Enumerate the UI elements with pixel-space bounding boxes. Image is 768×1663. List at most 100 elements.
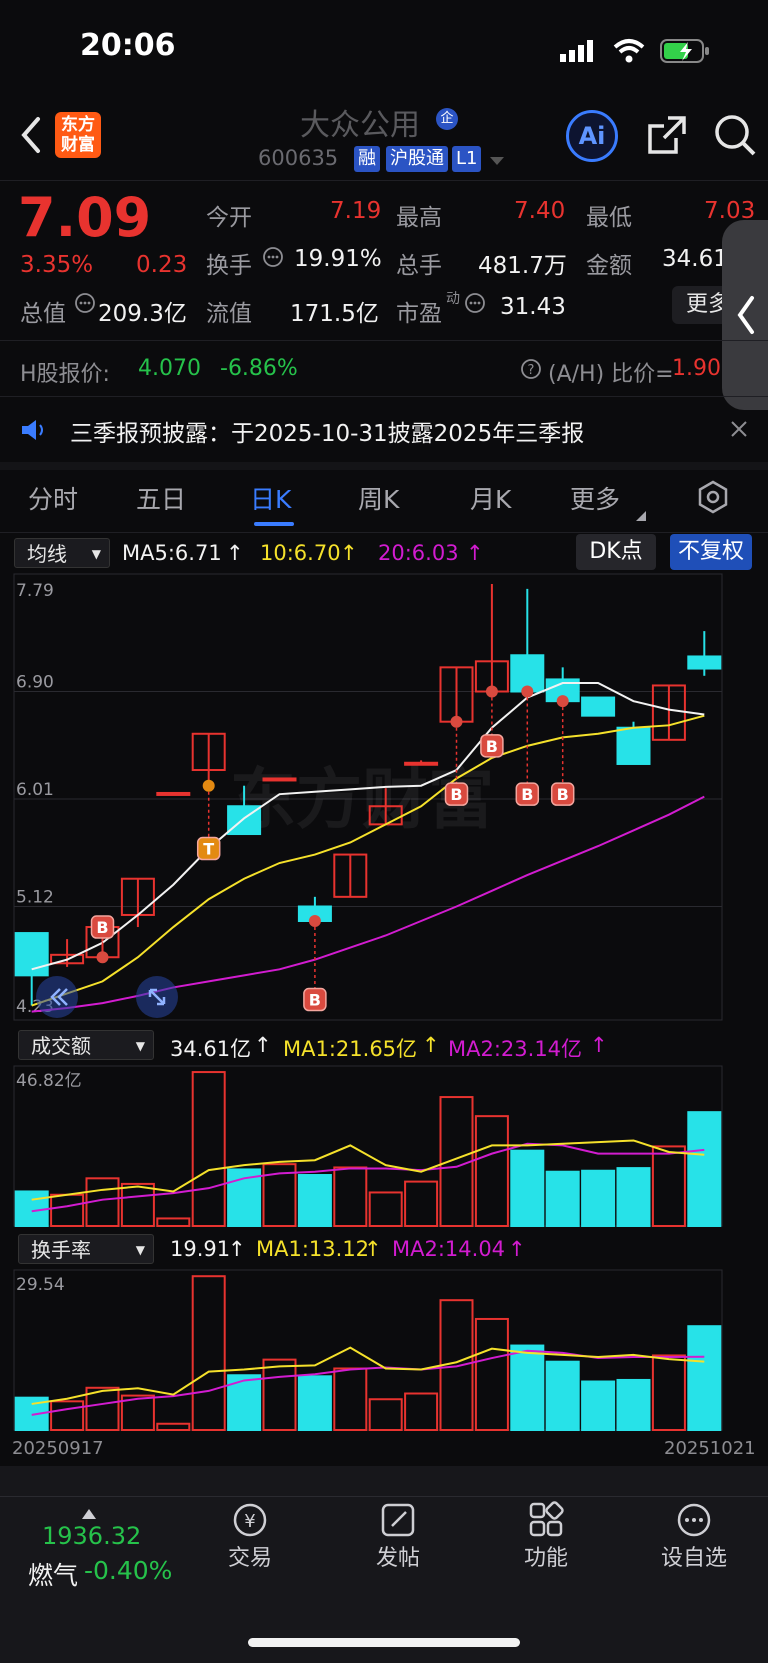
volume-ma1: MA1:21.65亿 — [283, 1037, 418, 1061]
nav-functions[interactable]: 功能 — [506, 1540, 586, 1572]
low-label: 最低 — [586, 205, 632, 231]
info-icon[interactable] — [262, 246, 284, 272]
settings-icon[interactable] — [696, 480, 730, 518]
turnover-selector[interactable]: 换手率 ▼ — [18, 1234, 154, 1264]
tag-margin: 融 — [354, 146, 380, 172]
wifi-icon — [612, 38, 646, 68]
candle-body — [404, 761, 439, 766]
volume-ma2: MA2:23.14亿 — [448, 1037, 583, 1061]
bar — [439, 1096, 474, 1228]
ma10-label: 10:6.70 — [260, 541, 341, 565]
signal-badge-label: B — [486, 737, 498, 756]
adjust-button[interactable]: 不复权 — [670, 534, 752, 570]
bar — [191, 1275, 226, 1432]
ticker-change[interactable]: -0.40% — [84, 1556, 172, 1585]
side-handle[interactable] — [722, 220, 768, 410]
candle-body — [156, 791, 191, 796]
ah-ratio-label: (A/H) 比价= — [548, 362, 674, 387]
ticker-name[interactable]: 燃气 — [28, 1556, 78, 1592]
speaker-icon — [20, 418, 48, 446]
adjust-label: 不复权 — [677, 539, 744, 564]
bar — [404, 1180, 439, 1228]
x-end-label: 20251021 — [664, 1438, 756, 1459]
turnover-y-label: 29.54 — [16, 1275, 65, 1295]
info-icon[interactable] — [464, 292, 486, 318]
help-icon[interactable]: ? — [520, 358, 542, 384]
fullscreen-icon[interactable] — [136, 976, 178, 1018]
ticker-value[interactable]: 1936.32 — [42, 1522, 141, 1550]
volume-label: 总手 — [396, 253, 442, 279]
turnover-selector-label: 换手率 — [31, 1238, 91, 1262]
float-cap-value: 171.5亿 — [290, 301, 379, 327]
dropdown-icon: ▼ — [91, 547, 101, 561]
bar — [368, 1398, 403, 1431]
tab-monthly-k[interactable]: 月K — [470, 480, 511, 516]
volume-selector[interactable]: 成交额 ▼ — [18, 1030, 154, 1060]
divider — [0, 532, 768, 533]
market-cap-value: 209.3亿 — [98, 301, 187, 327]
section-gap — [0, 462, 768, 470]
open-label: 今开 — [206, 205, 252, 231]
change-amount: 0.23 — [136, 252, 188, 278]
nav-trade[interactable]: 交易 — [210, 1540, 290, 1572]
search-icon[interactable] — [712, 112, 758, 162]
ma-selector-label: 均线 — [27, 542, 67, 566]
turnover-chart[interactable]: 29.54 — [0, 1268, 768, 1436]
ma-selector[interactable]: 均线 ▼ — [14, 538, 110, 568]
signal-badge-label: T — [203, 840, 214, 859]
battery-icon — [660, 38, 710, 68]
share-icon[interactable] — [646, 114, 688, 160]
bar — [651, 1145, 686, 1227]
caret-up-icon — [82, 1504, 96, 1523]
ai-button[interactable]: Ai — [566, 110, 618, 162]
tag-level: L1 — [452, 146, 482, 172]
chevron-down-icon[interactable] — [490, 152, 504, 171]
stock-title: 大众公用 — [300, 108, 420, 143]
volume-y-label: 46.82亿 — [16, 1071, 82, 1091]
divider — [0, 180, 768, 181]
candle-body — [581, 696, 616, 717]
bar — [368, 1191, 403, 1228]
turnover-ma1: MA1:13.12 — [256, 1237, 370, 1261]
bar — [262, 1358, 297, 1431]
ma20-arrow: ↑ — [466, 541, 484, 565]
float-cap-label: 流值 — [206, 301, 252, 327]
notice-text[interactable]: 三季报预披露：于2025-10-31披露2025年三季报 — [70, 414, 584, 448]
bar — [333, 1367, 368, 1431]
tab-intraday[interactable]: 分时 — [28, 480, 78, 516]
expand-left-icon[interactable] — [36, 976, 78, 1018]
volume-chart[interactable]: 46.82亿 — [0, 1064, 768, 1234]
tab-five-day[interactable]: 五日 — [136, 480, 186, 516]
bar — [191, 1071, 226, 1228]
tab-more[interactable]: 更多 — [570, 480, 620, 516]
bar — [333, 1166, 368, 1227]
bar — [297, 1375, 332, 1431]
bar — [581, 1169, 616, 1227]
market-cap-label: 总值 — [20, 301, 66, 327]
info-icon[interactable] — [74, 292, 96, 318]
hshare-price: 4.070 — [138, 356, 201, 381]
back-icon[interactable] — [18, 115, 42, 159]
close-icon[interactable] — [730, 420, 748, 442]
marker-dot — [308, 914, 321, 927]
bar — [120, 1182, 155, 1227]
turnover-arrow: ↑ — [228, 1237, 246, 1261]
app-logo: 东方财富 — [55, 112, 101, 158]
dk-button[interactable]: DK点 — [576, 534, 656, 570]
nav-post[interactable]: 发帖 — [358, 1540, 438, 1572]
divider — [0, 1496, 768, 1497]
nav-watchlist[interactable]: 设自选 — [654, 1540, 734, 1572]
stock-code: 600635 — [258, 146, 339, 170]
candlestick-chart[interactable]: 7.796.906.015.124.23东方财富BTBBBB B — [0, 572, 768, 1024]
signal-badge-label: B — [309, 991, 321, 1010]
bar — [687, 1111, 722, 1227]
volume-ma2-arrow: ↑ — [590, 1033, 608, 1057]
tab-weekly-k[interactable]: 周K — [358, 480, 399, 516]
tab-daily-k[interactable]: 日K — [250, 480, 291, 516]
dropdown-icon: ▼ — [135, 1243, 145, 1257]
bar — [687, 1325, 722, 1432]
marker-dot — [521, 685, 534, 698]
signal-icon — [560, 40, 596, 66]
signal-badge-label: B — [557, 785, 569, 804]
turnover-ma2: MA2:14.04 — [392, 1237, 506, 1261]
